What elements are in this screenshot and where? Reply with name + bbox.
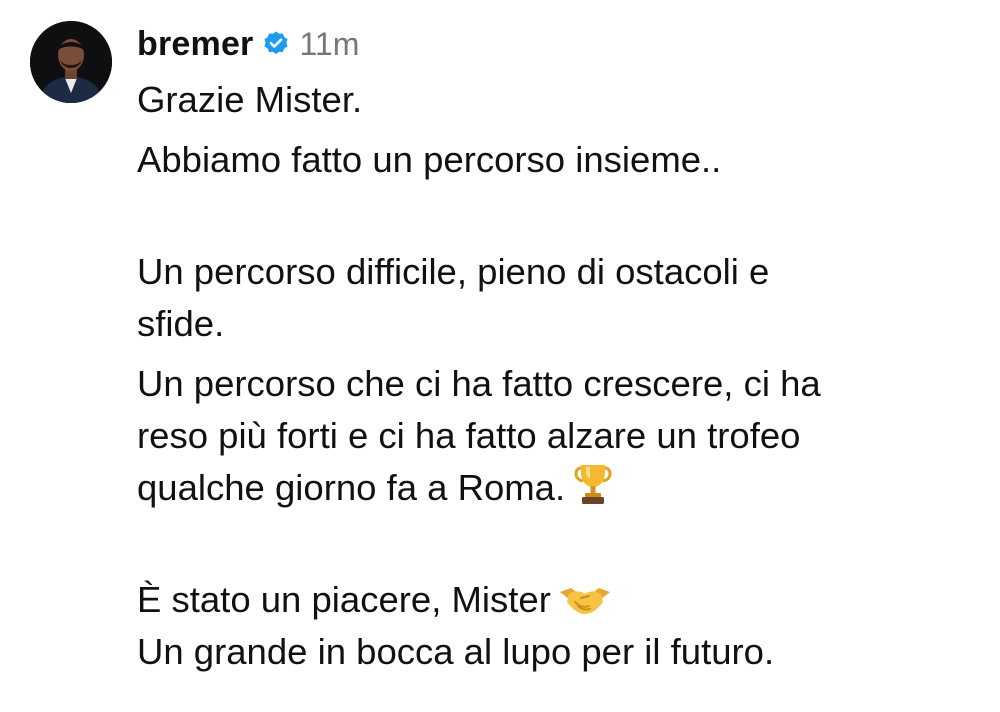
social-post: bremer 11m Grazie Mister. Abbiamo fatto … <box>0 0 1000 712</box>
profile-avatar[interactable] <box>30 21 112 103</box>
caption-text: qualche giorno fa a Roma. <box>137 467 566 508</box>
caption-line-with-emoji: È stato un piacere, Mister <box>137 574 982 626</box>
caption-paragraph: Abbiamo fatto un percorso insieme.. <box>137 134 982 186</box>
caption-line: Un percorso che ci ha fatto crescere, ci… <box>137 363 821 404</box>
caption-paragraph: È stato un piacere, Mister Un grande in … <box>137 574 982 678</box>
post-timestamp: 11m <box>299 25 360 62</box>
caption-line-with-emoji: qualche giorno fa a Roma. <box>137 462 982 514</box>
caption-line: reso più forti e ci ha fatto alzare un t… <box>137 415 801 456</box>
handshake-icon <box>559 582 611 618</box>
caption-line: Un percorso difficile, pieno di ostacoli… <box>137 251 770 292</box>
verified-badge-icon <box>262 30 290 58</box>
caption-paragraph: Un percorso difficile, pieno di ostacoli… <box>137 246 982 350</box>
caption-line: sfide. <box>137 303 225 344</box>
trophy-icon <box>573 462 613 506</box>
avatar-image <box>30 21 112 103</box>
caption-text: È stato un piacere, Mister <box>137 579 551 620</box>
caption-paragraph: Un percorso che ci ha fatto crescere, ci… <box>137 358 982 514</box>
post-header: bremer 11m <box>137 22 359 66</box>
username[interactable]: bremer <box>137 25 253 64</box>
post-caption: Grazie Mister. Abbiamo fatto un percorso… <box>137 74 982 678</box>
caption-line: Abbiamo fatto un percorso insieme.. <box>137 139 722 180</box>
caption-line: Grazie Mister. <box>137 79 363 120</box>
caption-line: Un grande in bocca al lupo per il futuro… <box>137 631 775 672</box>
caption-paragraph: Grazie Mister. <box>137 74 982 126</box>
